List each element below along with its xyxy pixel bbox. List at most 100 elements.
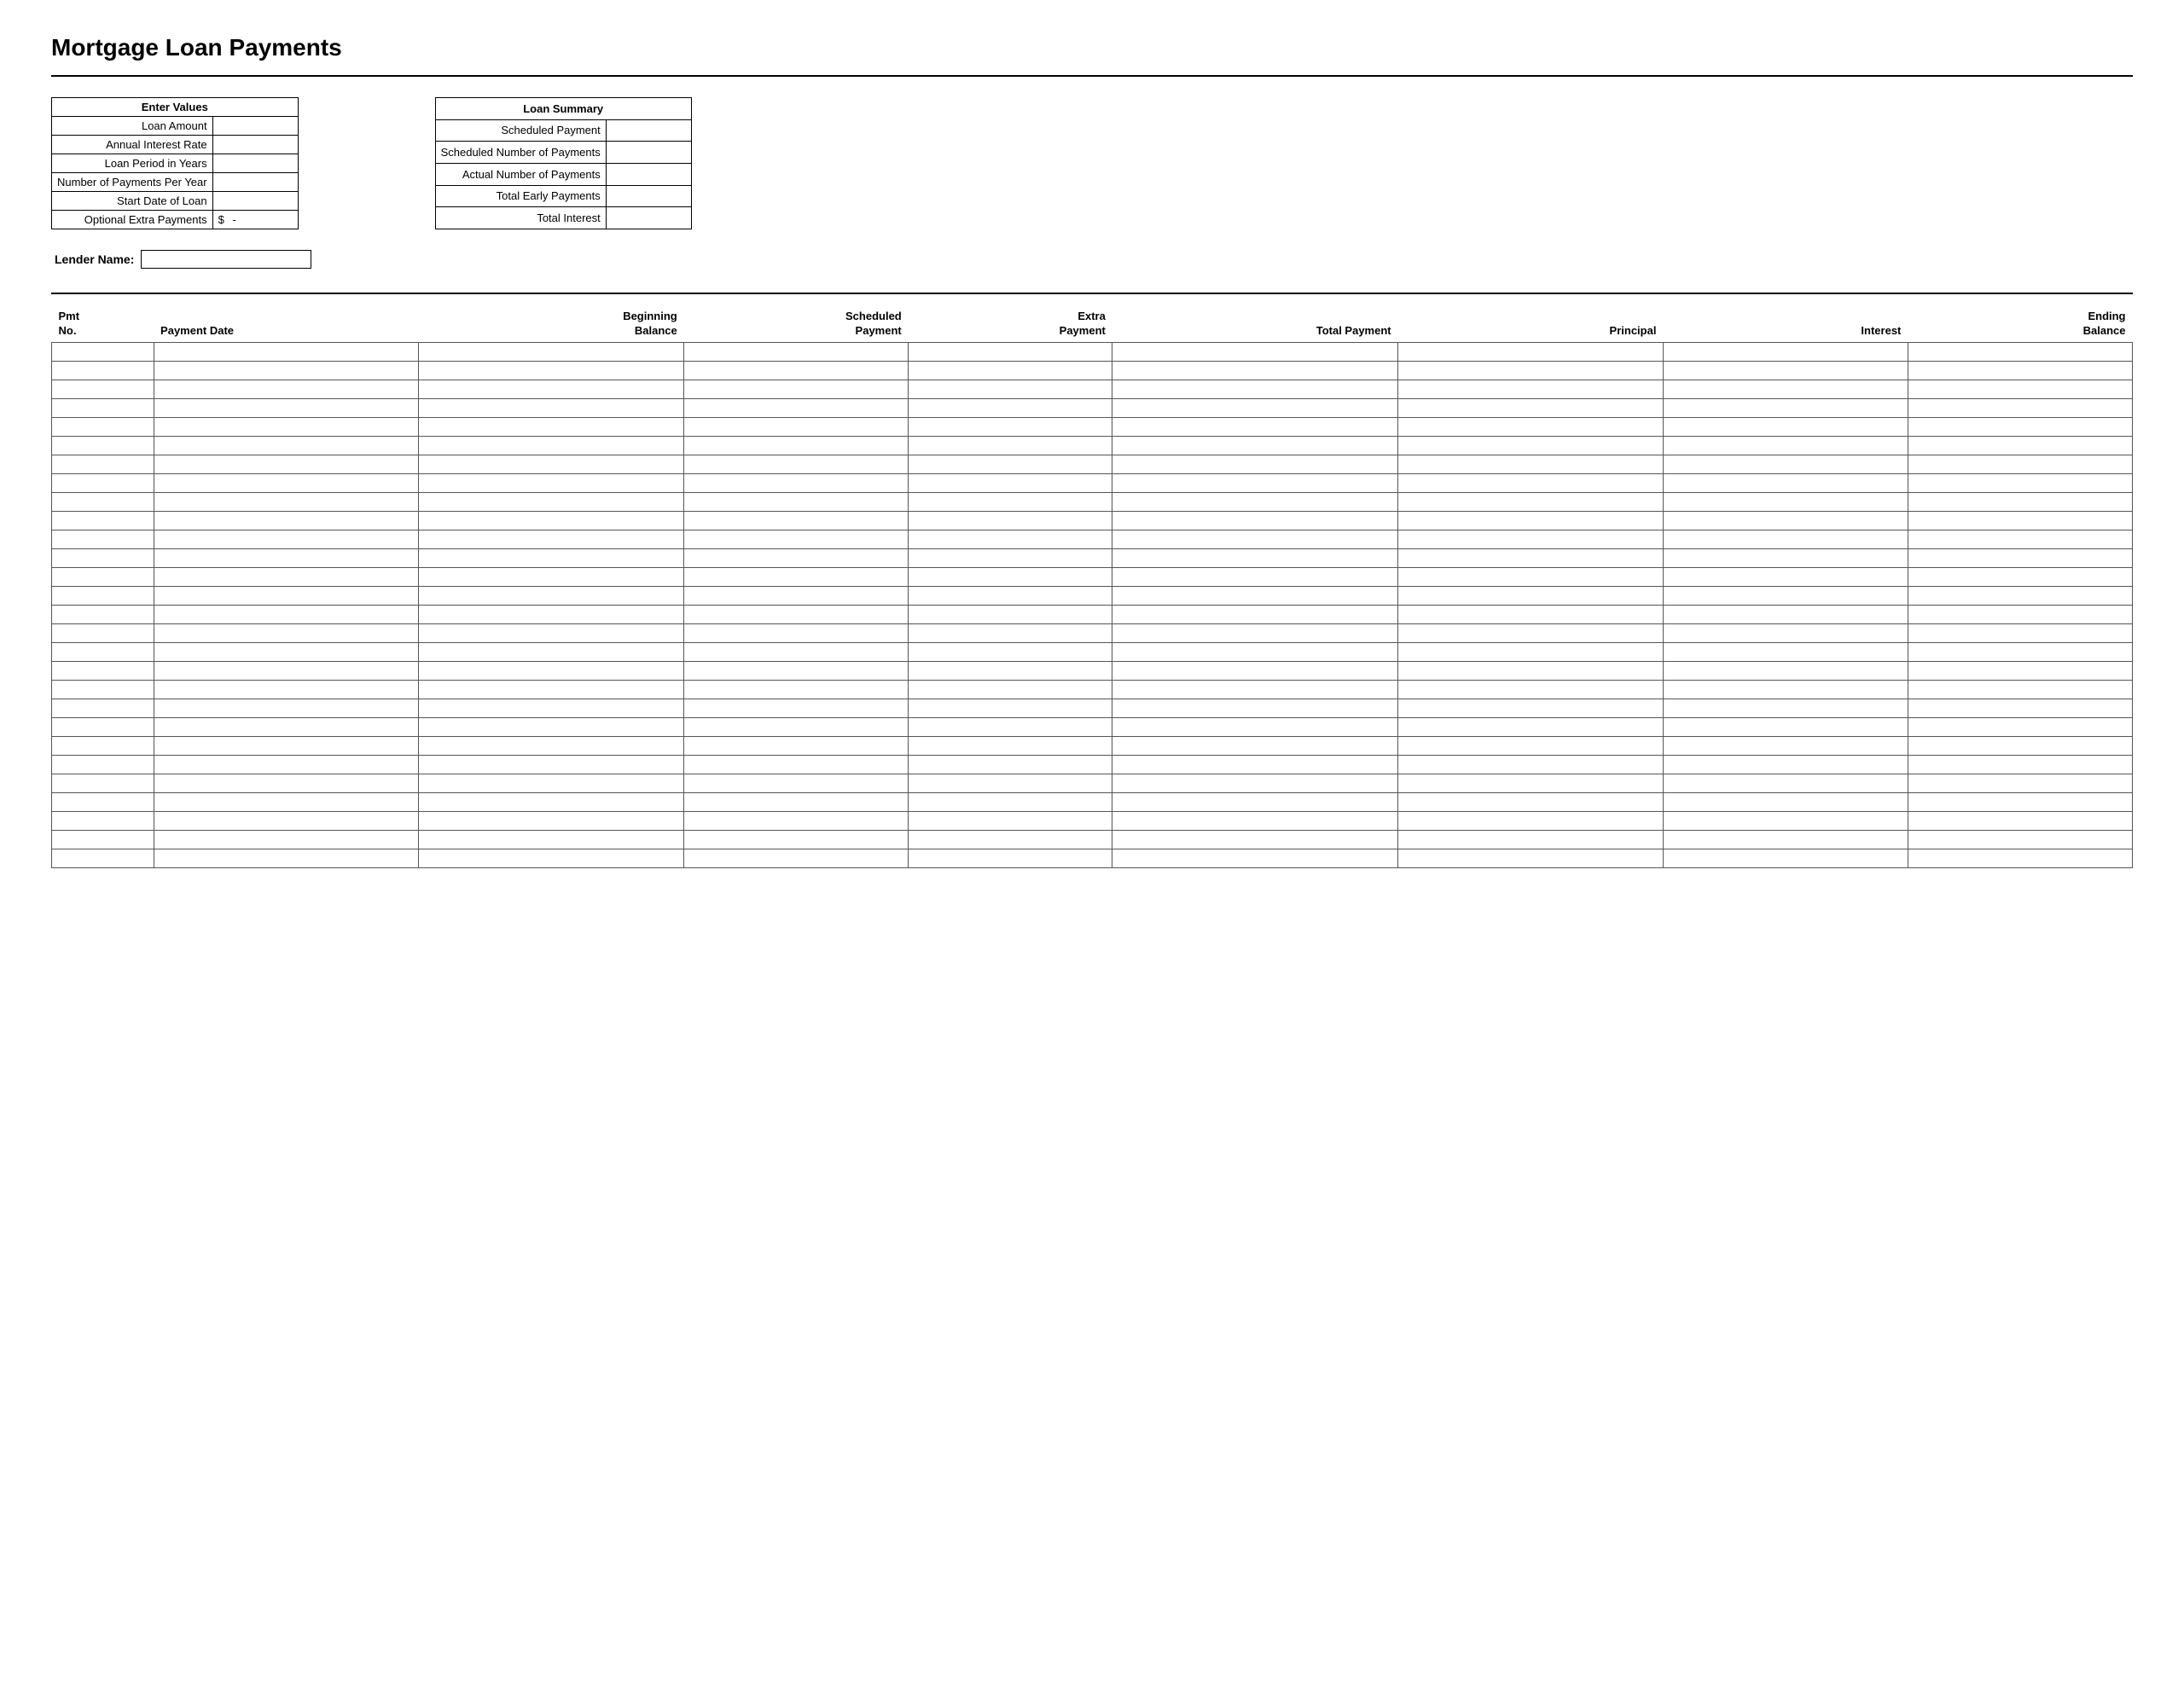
table-cell xyxy=(1908,586,2132,605)
actual-num-payments-label: Actual Number of Payments xyxy=(435,163,606,185)
table-cell xyxy=(419,436,684,455)
lender-name-input[interactable] xyxy=(141,250,311,269)
total-interest-value[interactable] xyxy=(606,207,691,229)
table-cell xyxy=(52,398,154,417)
table-cell xyxy=(1663,417,1908,436)
table-cell xyxy=(1398,661,1664,680)
table-cell xyxy=(154,661,419,680)
table-cell xyxy=(909,792,1112,811)
table-cell xyxy=(1663,473,1908,492)
table-cell xyxy=(1908,661,2132,680)
col-scheduled-payment: ScheduledPayment xyxy=(684,308,909,342)
table-cell xyxy=(1908,792,2132,811)
table-cell xyxy=(1908,680,2132,699)
table-cell xyxy=(154,473,419,492)
table-cell xyxy=(909,436,1112,455)
loan-summary-header: Loan Summary xyxy=(435,98,691,120)
table-cell xyxy=(909,473,1112,492)
table-cell xyxy=(1908,774,2132,792)
col-principal: Principal xyxy=(1398,308,1664,342)
table-cell xyxy=(1908,530,2132,548)
table-cell xyxy=(52,492,154,511)
table-cell xyxy=(1908,717,2132,736)
table-cell xyxy=(154,361,419,380)
table-cell xyxy=(1112,342,1398,361)
table-cell xyxy=(419,473,684,492)
table-row xyxy=(52,623,2133,642)
table-cell xyxy=(419,511,684,530)
table-cell xyxy=(1908,736,2132,755)
table-cell xyxy=(1112,830,1398,849)
table-row xyxy=(52,736,2133,755)
table-cell xyxy=(1663,811,1908,830)
num-payments-label: Number of Payments Per Year xyxy=(52,173,213,192)
table-cell xyxy=(1663,736,1908,755)
enter-values-header: Enter Values xyxy=(52,98,299,117)
total-early-payments-value[interactable] xyxy=(606,185,691,207)
num-payments-value[interactable] xyxy=(212,173,298,192)
table-cell xyxy=(52,530,154,548)
table-row xyxy=(52,642,2133,661)
table-cell xyxy=(154,811,419,830)
table-cell xyxy=(1663,361,1908,380)
table-cell xyxy=(909,342,1112,361)
table-cell xyxy=(1663,642,1908,661)
table-cell xyxy=(1112,623,1398,642)
table-cell xyxy=(52,699,154,717)
table-cell xyxy=(52,680,154,699)
table-cell xyxy=(154,792,419,811)
table-row xyxy=(52,473,2133,492)
table-row xyxy=(52,436,2133,455)
actual-num-payments-value[interactable] xyxy=(606,163,691,185)
scheduled-payment-value[interactable] xyxy=(606,119,691,142)
table-cell xyxy=(154,623,419,642)
extra-payments-label: Optional Extra Payments xyxy=(52,211,213,229)
table-cell xyxy=(1663,548,1908,567)
table-cell xyxy=(1908,417,2132,436)
table-cell xyxy=(1398,755,1664,774)
table-cell xyxy=(684,774,909,792)
start-date-value[interactable] xyxy=(212,192,298,211)
scheduled-num-payments-value[interactable] xyxy=(606,142,691,164)
table-cell xyxy=(154,436,419,455)
table-cell xyxy=(1908,830,2132,849)
table-cell xyxy=(909,548,1112,567)
col-total-payment: Total Payment xyxy=(1112,308,1398,342)
annual-interest-rate-value[interactable] xyxy=(212,136,298,154)
extra-payments-cell[interactable]: $ - xyxy=(212,211,298,229)
table-cell xyxy=(52,849,154,867)
table-cell xyxy=(909,361,1112,380)
table-cell xyxy=(419,342,684,361)
table-cell xyxy=(1112,661,1398,680)
table-row xyxy=(52,417,2133,436)
table-cell xyxy=(1908,623,2132,642)
table-cell xyxy=(1663,792,1908,811)
table-cell xyxy=(1398,436,1664,455)
table-cell xyxy=(1908,699,2132,717)
table-cell xyxy=(1398,511,1664,530)
table-cell xyxy=(909,530,1112,548)
top-section: Enter Values Loan Amount Annual Interest… xyxy=(51,97,2133,229)
table-cell xyxy=(909,511,1112,530)
table-cell xyxy=(1908,849,2132,867)
table-cell xyxy=(1112,811,1398,830)
table-cell xyxy=(1112,680,1398,699)
table-cell xyxy=(909,642,1112,661)
loan-period-value[interactable] xyxy=(212,154,298,173)
table-cell xyxy=(154,736,419,755)
table-cell xyxy=(154,567,419,586)
loan-amount-label: Loan Amount xyxy=(52,117,213,136)
table-cell xyxy=(684,605,909,623)
table-row xyxy=(52,605,2133,623)
table-cell xyxy=(52,567,154,586)
table-cell xyxy=(1398,774,1664,792)
table-cell xyxy=(1112,567,1398,586)
table-cell xyxy=(154,605,419,623)
loan-summary-table: Loan Summary Scheduled Payment Scheduled… xyxy=(435,97,692,229)
table-cell xyxy=(1398,586,1664,605)
table-cell xyxy=(1112,473,1398,492)
table-row xyxy=(52,774,2133,792)
loan-amount-value[interactable] xyxy=(212,117,298,136)
table-cell xyxy=(52,361,154,380)
table-row xyxy=(52,661,2133,680)
